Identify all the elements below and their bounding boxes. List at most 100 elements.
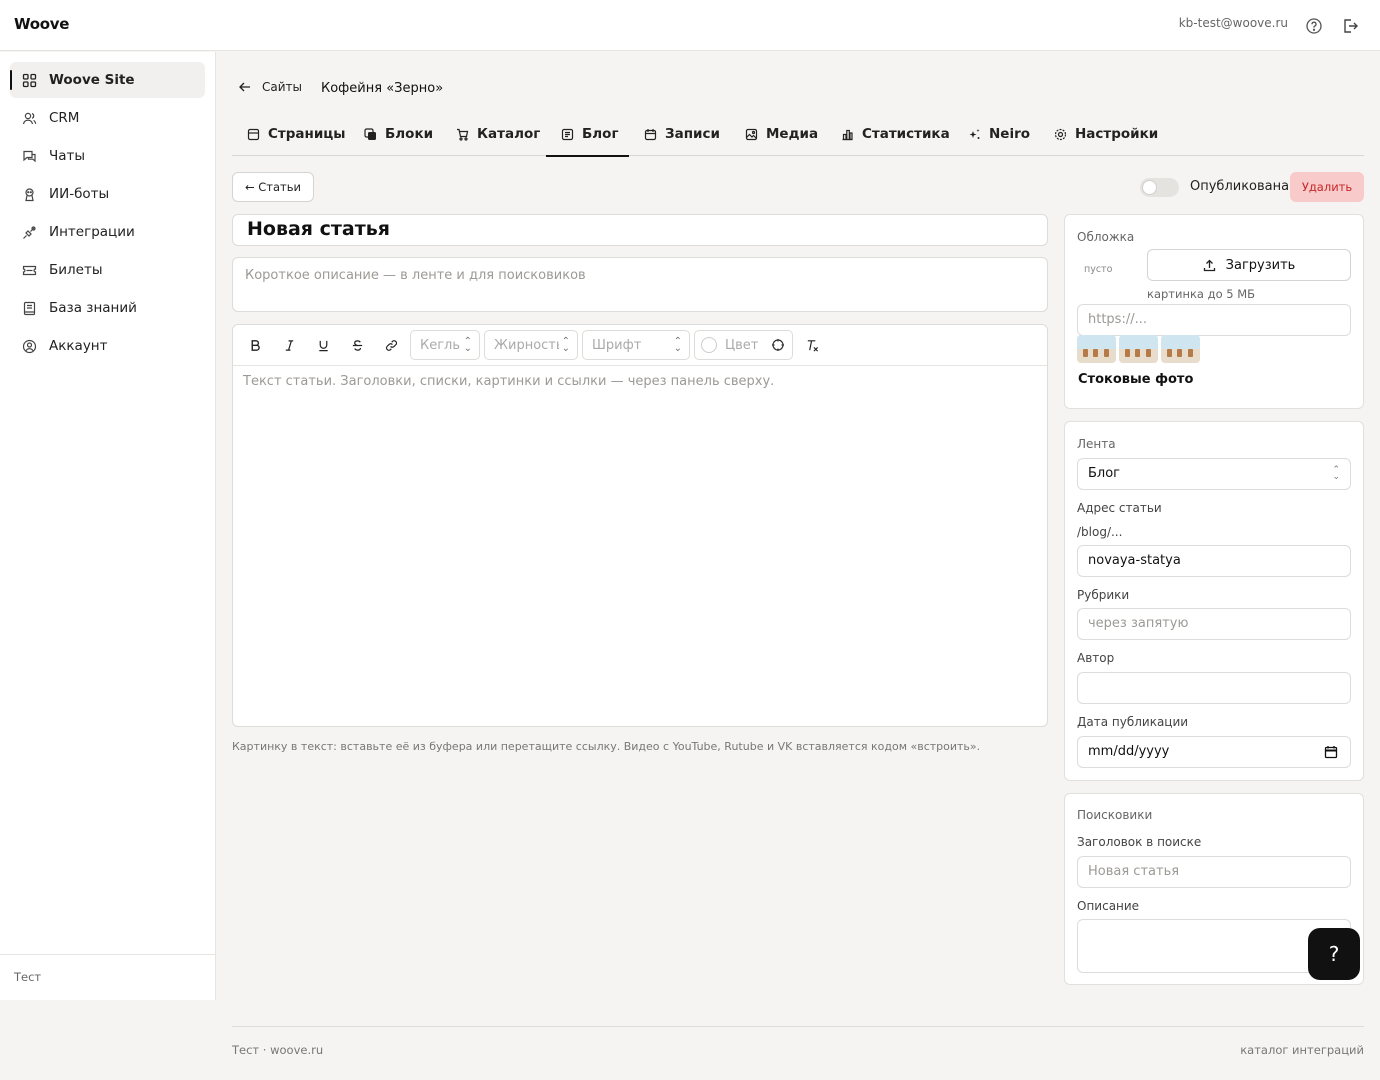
font-size-select[interactable]: Кегль ⌃ ⌄ — [410, 330, 480, 360]
tab-label: Neiro — [989, 126, 1031, 142]
editor-hint: Картинку в текст: вставьте её из буфера … — [232, 740, 981, 753]
logout-icon[interactable] — [1341, 17, 1359, 35]
link-icon[interactable] — [383, 337, 399, 353]
stock-photo-thumbnail[interactable] — [1119, 335, 1158, 363]
rich-text-editor[interactable]: Кегль ⌃ ⌄ Жирность ⌃ ⌄ Шрифт ⌃ ⌄ Цвет Текст… — [232, 324, 1048, 727]
chevron-up-down-icon: ⌃ ⌄ — [673, 336, 682, 354]
tab-pages[interactable]: Страницы — [247, 116, 346, 156]
tab-blocks[interactable]: Блоки — [364, 116, 433, 156]
back-label: Сайты — [262, 80, 302, 94]
blocks-icon — [364, 127, 376, 140]
help-circle-icon[interactable] — [1305, 17, 1323, 35]
feed-label: Лента — [1077, 437, 1116, 451]
sidebar-item-tickets[interactable]: Билеты — [10, 252, 205, 288]
feed-select[interactable]: Блог ⌃ ⌄ — [1077, 458, 1351, 490]
back-to-sites-link[interactable]: Сайты — [238, 80, 302, 94]
sidebar-item-woove-site[interactable]: Woove Site — [10, 62, 205, 98]
slug-label: Адрес статьи — [1077, 501, 1162, 515]
bold-icon[interactable] — [247, 337, 263, 353]
article-title-input[interactable]: Новая статья — [232, 214, 1048, 246]
page-icon — [247, 128, 260, 140]
sidebar-item-label: Woove Site — [49, 72, 135, 88]
grid-icon — [22, 73, 37, 87]
select-placeholder: Шрифт — [592, 338, 642, 353]
logo[interactable]: Woove — [14, 15, 69, 33]
delete-button[interactable]: Удалить — [1290, 172, 1364, 202]
strikethrough-icon[interactable] — [349, 337, 365, 353]
underline-icon[interactable] — [315, 337, 331, 353]
slug-input[interactable]: novaya-statya — [1077, 545, 1351, 577]
sidebar-item-crm[interactable]: CRM — [10, 100, 205, 136]
seo-description-label: Описание — [1077, 899, 1140, 913]
stock-photo-thumbnail[interactable] — [1161, 335, 1200, 363]
tab-media[interactable]: Медиа — [745, 116, 818, 156]
calendar-icon — [644, 128, 657, 140]
top-bar: Woove kb-test@woove.ru — [0, 0, 1380, 51]
publish-date-input[interactable]: mm/dd/yyyy — [1077, 736, 1351, 768]
bot-icon — [25, 187, 34, 201]
select-placeholder: Кегль — [420, 338, 461, 353]
sidebar-item-ai-bots[interactable]: ИИ-боты — [10, 176, 205, 212]
select-placeholder: Цвет — [725, 338, 759, 353]
sidebar-item-account[interactable]: Аккаунт — [10, 328, 205, 364]
tab-label: Статистика — [862, 126, 950, 142]
sparkle-icon — [969, 128, 980, 139]
author-input[interactable] — [1077, 672, 1351, 704]
user-email: kb-test@woove.ru — [1178, 16, 1288, 30]
tab-blog[interactable]: Блог — [546, 116, 629, 157]
users-icon — [22, 112, 37, 124]
ticket-icon — [22, 265, 37, 275]
eyedropper-icon[interactable] — [771, 338, 785, 352]
sidebar-item-label: Интеграции — [49, 224, 135, 240]
text-color-select[interactable]: Цвет — [694, 330, 793, 360]
chart-icon — [842, 129, 853, 140]
chevron-up-down-icon: ⌃ ⌄ — [463, 336, 472, 354]
font-family-select[interactable]: Шрифт ⌃ ⌄ — [582, 330, 690, 360]
sidebar-item-label: Аккаунт — [49, 338, 108, 354]
feed-value: Блог — [1088, 466, 1121, 481]
tab-catalog[interactable]: Каталог — [456, 116, 540, 156]
image-icon — [745, 128, 758, 140]
tab-settings[interactable]: Настройки — [1054, 116, 1158, 156]
sidebar-item-label: Билеты — [49, 262, 103, 278]
cover-label: Обложка — [1077, 230, 1135, 244]
tab-records[interactable]: Записи — [644, 116, 720, 156]
seo-title-input[interactable]: Новая статья — [1077, 856, 1351, 888]
sidebar-item-integrations[interactable]: Интеграции — [10, 214, 205, 250]
italic-icon[interactable] — [281, 337, 297, 353]
integrations-catalog-link[interactable]: каталог интеграций — [1240, 1043, 1364, 1057]
help-button[interactable]: ? — [1308, 928, 1360, 980]
upload-button[interactable]: Загрузить — [1147, 249, 1351, 281]
sidebar-item-knowledge-base[interactable]: База знаний — [10, 290, 205, 326]
chat-icon — [23, 150, 36, 162]
seo-section-label: Поисковики — [1077, 808, 1153, 822]
gear-icon — [1054, 128, 1067, 140]
stock-photos-label[interactable]: Стоковые фото — [1078, 372, 1193, 387]
tab-label: Настройки — [1075, 126, 1159, 142]
calendar-icon[interactable] — [1324, 745, 1338, 759]
sidebar-item-label: Чаты — [49, 148, 86, 164]
tab-statistics[interactable]: Статистика — [841, 116, 950, 156]
divider — [0, 954, 215, 955]
tab-label: Каталог — [477, 126, 541, 142]
stock-photo-thumbnail[interactable] — [1077, 335, 1116, 363]
upload-icon — [1203, 259, 1215, 271]
rubrics-label: Рубрики — [1077, 588, 1130, 602]
rubrics-input[interactable]: через запятую — [1077, 608, 1351, 640]
published-toggle[interactable] — [1140, 178, 1179, 197]
article-settings-panel: Лента Блог ⌃ ⌄ Адрес статьи /blog/... nov… — [1064, 421, 1364, 781]
published-label: Опубликована — [1190, 179, 1290, 194]
article-description-input[interactable]: Короткое описание — в ленте и для поиско… — [232, 257, 1048, 312]
workspace-name[interactable]: Тест — [14, 970, 41, 984]
site-name: Кофейня «Зерно» — [321, 81, 444, 96]
cover-url-input[interactable]: https://... — [1077, 304, 1351, 336]
slug-prefix: /blog/... — [1077, 525, 1123, 539]
clear-format-icon[interactable] — [804, 337, 820, 353]
sidebar-item-chats[interactable]: Чаты — [10, 138, 205, 174]
footer-brand[interactable]: Тест · woove.ru — [232, 1043, 323, 1057]
cart-icon — [457, 128, 469, 141]
tab-neiro[interactable]: Neiro — [968, 116, 1030, 156]
back-to-articles-button[interactable]: ← Статьи — [232, 172, 314, 202]
tabs: Страницы Блоки Каталог Блог Записи Медиа… — [232, 116, 1364, 157]
font-weight-select[interactable]: Жирность ⌃ ⌄ — [484, 330, 578, 360]
